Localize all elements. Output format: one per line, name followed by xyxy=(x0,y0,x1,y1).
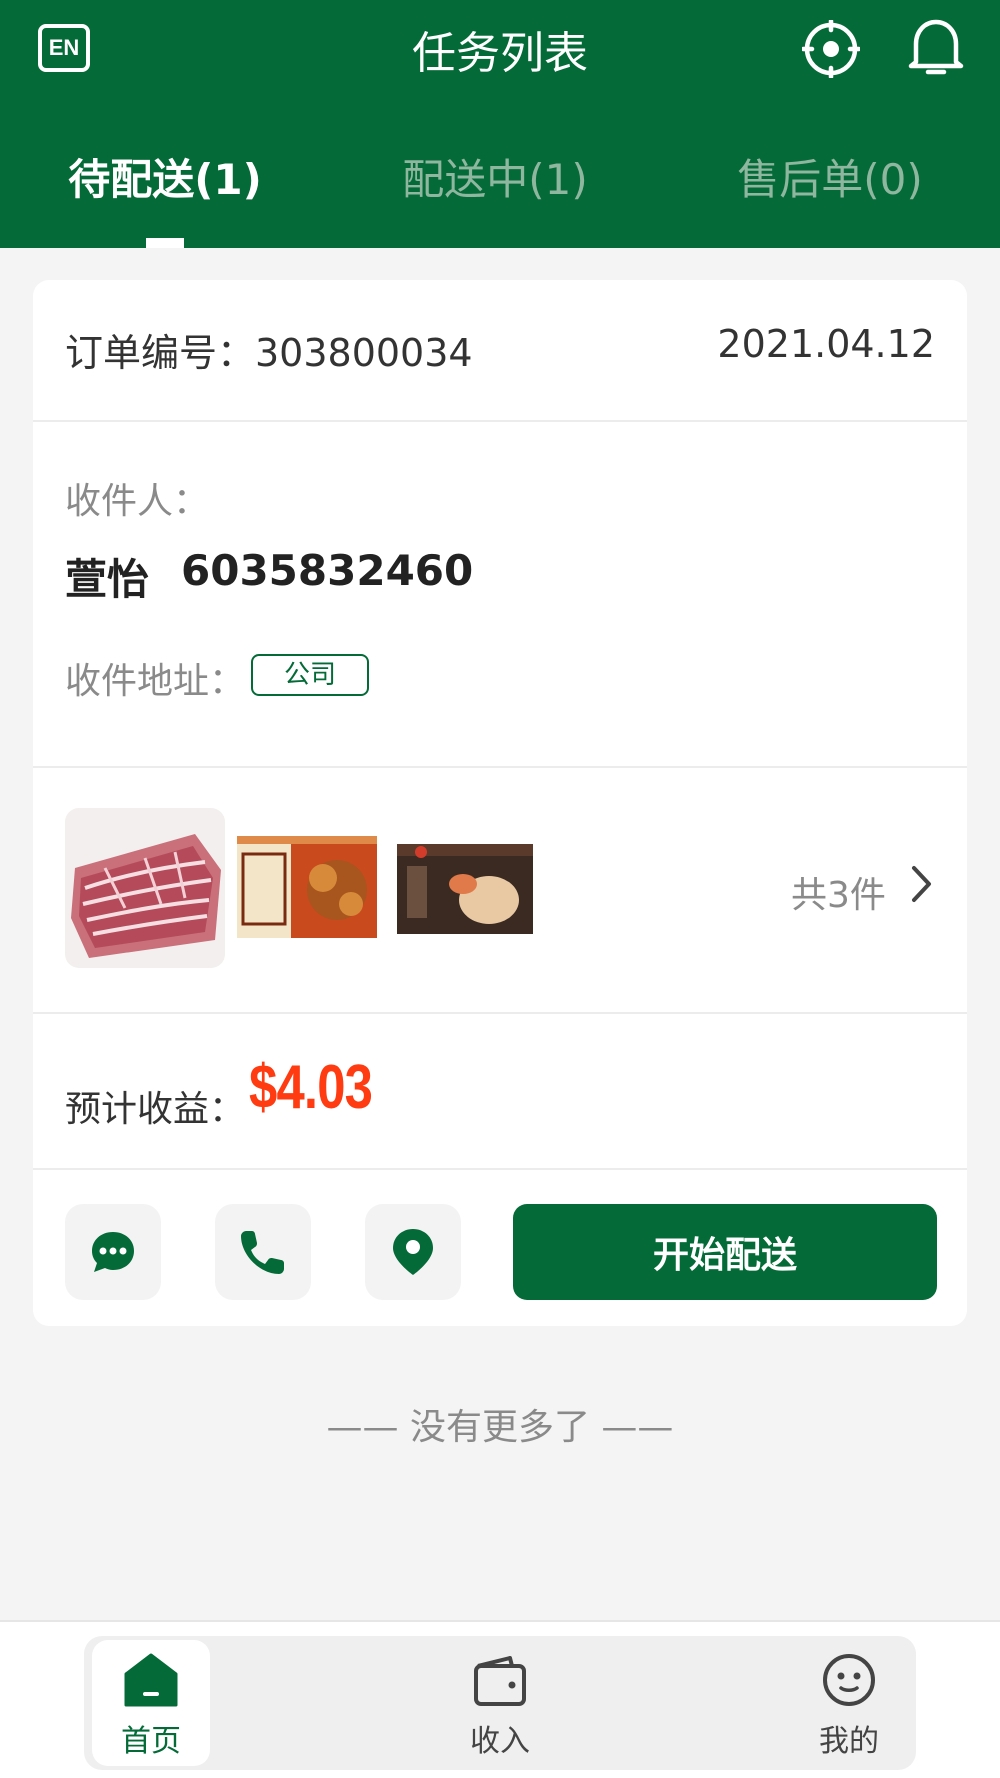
bell-icon[interactable] xyxy=(906,16,966,78)
recipient-section: 收件人： 萱怡 6035832460 收件地址： 公司 xyxy=(33,422,967,768)
address-label: 收件地址： xyxy=(65,661,246,702)
order-date: 2021.04.12 xyxy=(717,322,935,366)
profit-label: 预计收益： xyxy=(65,1089,246,1130)
location-pin-icon xyxy=(393,1229,433,1275)
bottom-navigation: 首页 收入 我的 xyxy=(0,1620,1000,1778)
address-tag: 公司 xyxy=(251,654,369,696)
nav-item-income[interactable]: 收入 xyxy=(441,1640,559,1766)
nav-label-income: 收入 xyxy=(470,1724,530,1759)
tab-indicator xyxy=(146,238,184,248)
nav-label-profile: 我的 xyxy=(819,1724,879,1759)
wallet-icon xyxy=(474,1656,526,1706)
navigate-button[interactable] xyxy=(365,1204,461,1300)
order-number: 订单编号：303800034 xyxy=(65,331,473,375)
action-section: 开始配送 xyxy=(33,1170,967,1326)
recipient-name: 萱怡 xyxy=(65,555,150,604)
recipient-label: 收件人： xyxy=(65,481,210,522)
nav-label-home: 首页 xyxy=(121,1724,181,1759)
chevron-right-icon[interactable] xyxy=(909,862,935,906)
product-image-beef xyxy=(65,808,225,968)
chat-icon xyxy=(92,1232,134,1272)
nav-item-profile[interactable]: 我的 xyxy=(790,1640,908,1766)
item-count[interactable]: 共3件 xyxy=(791,866,886,918)
profile-icon xyxy=(823,1654,875,1706)
profit-section: 预计收益： $4.03 xyxy=(33,1014,967,1170)
tab-pending[interactable]: 待配送(1) xyxy=(40,140,290,220)
product-image-shumai xyxy=(225,808,385,968)
products-section[interactable]: 共3件 xyxy=(33,768,967,1014)
product-image-dumpling xyxy=(385,808,545,968)
tab-after-sales[interactable]: 售后单(0) xyxy=(705,140,955,220)
nav-pill: 首页 收入 我的 xyxy=(84,1636,916,1770)
message-button[interactable] xyxy=(65,1204,161,1300)
start-delivery-button[interactable]: 开始配送 xyxy=(513,1204,937,1300)
tab-bar: 待配送(1) 配送中(1) 售后单(0) xyxy=(0,140,1000,220)
order-header: 订单编号：303800034 2021.04.12 xyxy=(33,280,967,422)
tab-delivering[interactable]: 配送中(1) xyxy=(370,140,620,220)
phone-icon xyxy=(241,1231,284,1274)
profit-value: $4.03 xyxy=(249,1053,373,1122)
end-of-list-text: —— 没有更多了 —— xyxy=(326,1407,674,1448)
nav-item-home[interactable]: 首页 xyxy=(92,1640,210,1766)
locate-icon[interactable] xyxy=(802,20,860,78)
recipient-phone: 6035832460 xyxy=(181,546,474,595)
call-button[interactable] xyxy=(215,1204,311,1300)
order-card[interactable]: 订单编号：303800034 2021.04.12 收件人： 萱怡 603583… xyxy=(33,280,967,1326)
app-header: EN 任务列表 待配送(1) 配送中(1) 售后单(0) xyxy=(0,0,1000,248)
home-icon xyxy=(124,1653,178,1707)
